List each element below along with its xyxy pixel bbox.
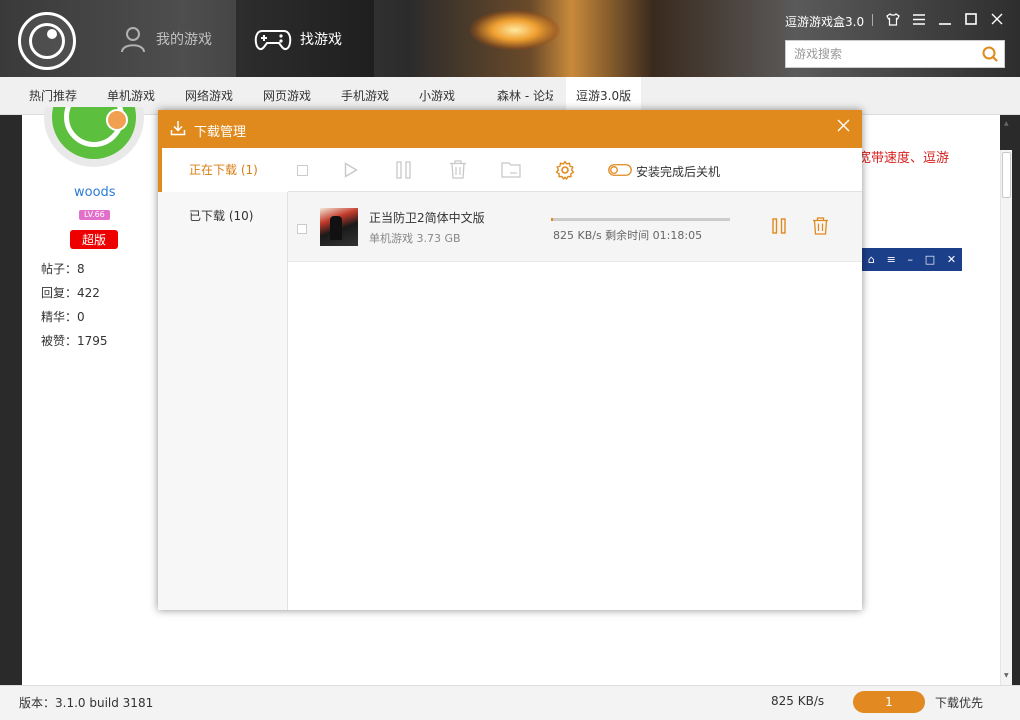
download-progress-fill: [551, 218, 553, 221]
pause-icon[interactable]: [772, 218, 786, 234]
download-progress-bar: [551, 218, 730, 221]
gamepad-icon: [254, 29, 292, 50]
minimize-button[interactable]: [936, 10, 954, 28]
open-folder-icon[interactable]: [501, 161, 521, 178]
post-highlight-text: 宽带速度、逗游: [858, 151, 950, 166]
shirt-icon: [886, 12, 900, 26]
stat-likes: 被赞：1795: [41, 334, 108, 348]
shutdown-toggle[interactable]: [608, 164, 632, 176]
pause-all-icon[interactable]: [396, 161, 412, 179]
start-all-icon[interactable]: [344, 162, 358, 178]
skin-button[interactable]: [884, 10, 902, 28]
minimize-icon: [939, 23, 951, 25]
avatar[interactable]: [44, 107, 144, 171]
search-box: [785, 40, 1005, 68]
delete-icon[interactable]: [812, 217, 829, 235]
tab-downloaded[interactable]: 已下载 (10): [158, 194, 288, 238]
download-speed: 825 KB/s: [771, 694, 825, 708]
avatar-logo-dot: [106, 109, 128, 131]
download-priority-toggle[interactable]: 下载优先: [935, 694, 983, 711]
shutdown-toggle-label[interactable]: 安装完成后关机: [636, 163, 720, 180]
download-row[interactable]: 正当防卫2简体中文版 单机游戏 3.73 GB 825 KB/s 剩余时间 01…: [288, 192, 862, 262]
title-divider: [872, 14, 873, 26]
tab-downloading[interactable]: 正在下载 (1): [158, 148, 288, 192]
download-toolbar: 安装完成后关机: [288, 148, 862, 192]
maximize-icon: [965, 13, 977, 25]
stat-featured: 精华：0: [41, 310, 85, 324]
logo-dot: [47, 29, 57, 39]
logo-ring: [29, 23, 65, 59]
version-text: 版本：3.1.0 build 3181: [19, 696, 154, 710]
scroll-up-icon[interactable]: ▲: [1004, 120, 1009, 127]
menu-icon: [913, 13, 925, 25]
row-checkbox[interactable]: [297, 224, 307, 234]
minimize-icon[interactable]: –: [908, 253, 914, 266]
settings-gear-icon[interactable]: [555, 160, 575, 180]
maximize-icon[interactable]: □: [925, 253, 935, 266]
username-link[interactable]: woods: [74, 185, 116, 200]
close-icon[interactable]: [837, 119, 850, 132]
search-icon[interactable]: [980, 45, 1000, 63]
status-bar: 版本：3.1.0 build 3181 825 KB/s 1 下载优先: [0, 685, 1020, 720]
download-status-text: 825 KB/s 剩余时间 01:18:05: [553, 229, 703, 242]
close-window-button[interactable]: [988, 10, 1006, 28]
maximize-button[interactable]: [962, 10, 980, 28]
nav-tab-find-games[interactable]: 找游戏: [236, 0, 374, 77]
close-icon: [991, 13, 1003, 25]
delete-all-icon[interactable]: [449, 160, 467, 179]
menu-icon[interactable]: ≡: [887, 253, 896, 266]
role-badge: 超版: [70, 230, 119, 249]
close-icon[interactable]: ✕: [947, 253, 956, 266]
header-banner-art: [470, 10, 560, 50]
menu-button[interactable]: [910, 10, 928, 28]
user-icon: [121, 26, 145, 52]
stat-posts: 帖子：8: [41, 262, 85, 276]
app-header: 我的游戏 找游戏 逗游游戏盒3.0: [0, 0, 1020, 77]
mini-window-bar: ⌂ ≡ – □ ✕: [858, 248, 962, 271]
dialog-title: 下载管理: [194, 125, 247, 140]
select-all-checkbox[interactable]: [297, 165, 308, 176]
download-count-button[interactable]: 1: [853, 691, 925, 713]
scrollbar-thumb[interactable]: [1002, 152, 1011, 198]
scroll-down-icon[interactable]: ▼: [1004, 672, 1009, 679]
search-input[interactable]: [786, 41, 966, 67]
game-thumbnail: [320, 208, 358, 246]
dialog-header: 下载管理: [158, 110, 862, 148]
download-icon: [170, 121, 186, 136]
download-manager-dialog: 下载管理 正在下载 (1) 已下载 (10) 安装完成后关机 正当防卫2简体中文…: [158, 110, 862, 610]
app-title: 逗游游戏盒3.0: [785, 15, 865, 29]
nav-tab-my-games[interactable]: 我的游戏: [100, 0, 236, 77]
page-scrollbar[interactable]: ▲ ▼: [1000, 120, 1012, 685]
app-logo[interactable]: [18, 12, 76, 70]
shirt-icon[interactable]: ⌂: [868, 253, 875, 266]
level-badge: LV.66: [79, 210, 110, 220]
stat-replies: 回复：422: [41, 286, 100, 300]
game-meta: 单机游戏 3.73 GB: [369, 232, 461, 245]
nav-tab-label: 我的游戏: [156, 31, 212, 48]
game-name: 正当防卫2简体中文版: [369, 211, 485, 225]
nav-tab-label: 找游戏: [300, 31, 342, 48]
dialog-sidebar: 正在下载 (1) 已下载 (10): [158, 148, 288, 610]
